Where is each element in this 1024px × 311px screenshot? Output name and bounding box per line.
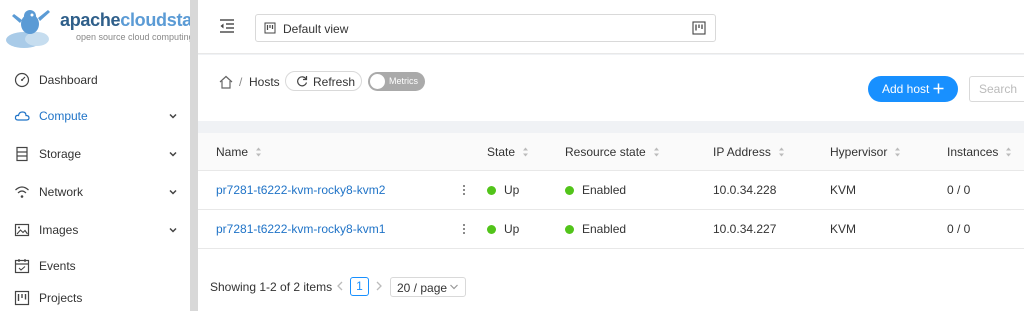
sort-icon	[256, 147, 262, 157]
sidebar-item-dashboard[interactable]: Dashboard	[0, 64, 190, 96]
sidebar-item-network[interactable]: Network	[0, 176, 190, 208]
reload-icon	[297, 76, 308, 87]
sidebar-item-projects[interactable]: Projects	[0, 282, 190, 311]
sort-icon	[895, 147, 901, 157]
chevron-down-icon	[450, 284, 458, 290]
page-toolbar: / Hosts Refresh Metrics Add host	[198, 55, 1024, 121]
column-header-ip-address[interactable]: IP Address	[713, 145, 785, 159]
pagination-total: Showing 1-2 of 2 items	[210, 280, 333, 294]
column-header-instances[interactable]: Instances	[947, 145, 1012, 159]
host-name-link[interactable]: pr7281-t6222-kvm-rocky8-kvm2	[216, 183, 385, 197]
chevron-down-icon	[169, 151, 177, 157]
host-name-link[interactable]: pr7281-t6222-kvm-rocky8-kvm1	[216, 222, 385, 236]
column-header-name[interactable]: Name	[216, 145, 262, 159]
sidebar-item-label: Events	[39, 259, 76, 273]
refresh-label: Refresh	[313, 75, 356, 89]
sidebar-item-label: Projects	[39, 291, 83, 305]
project-icon	[14, 290, 30, 306]
resource-state-cell: Enabled	[565, 183, 626, 197]
status-dot	[565, 186, 574, 195]
top-header: Default view	[198, 0, 1024, 54]
metrics-toggle[interactable]: Metrics	[368, 72, 425, 91]
ip-address-cell: 10.0.34.227	[713, 222, 777, 236]
state-cell: Up	[487, 222, 519, 236]
instances-cell: 0 / 0	[947, 222, 971, 236]
chevron-down-icon	[169, 189, 177, 195]
table-header: Name State Resource state IP Address Hyp…	[198, 133, 1024, 171]
sort-icon	[778, 147, 784, 157]
breadcrumb-current: Hosts	[249, 75, 280, 89]
view-select-label: Default view	[283, 22, 349, 36]
metrics-label: Metrics	[389, 76, 418, 86]
column-header-resource-state[interactable]: Resource state	[565, 145, 660, 159]
brand-tagline: open source cloud computing	[76, 32, 194, 42]
chevron-down-icon	[169, 227, 177, 233]
view-select[interactable]: Default view	[255, 14, 716, 42]
page-size-label: 20 / page	[397, 281, 448, 295]
logo[interactable]: apachecloudstack open source cloud compu…	[0, 0, 212, 56]
instances-cell: 0 / 0	[947, 183, 971, 197]
sidebar: apachecloudstack open source cloud compu…	[0, 0, 212, 311]
more-icon[interactable]	[461, 183, 467, 197]
hypervisor-cell: KVM	[830, 222, 857, 236]
hypervisor-cell: KVM	[830, 183, 857, 197]
cloud-icon	[14, 111, 30, 121]
sidebar-item-events[interactable]: Events	[0, 250, 190, 282]
sort-icon	[1006, 147, 1012, 157]
resource-state-cell: Enabled	[565, 222, 626, 236]
column-header-hypervisor[interactable]: Hypervisor	[830, 145, 901, 159]
schedule-icon	[14, 259, 30, 274]
refresh-button[interactable]: Refresh	[285, 71, 362, 91]
sidebar-item-storage[interactable]: Storage	[0, 138, 190, 170]
table-row[interactable]: pr7281-t6222-kvm-rocky8-kvm2 Up Enabled …	[198, 171, 1024, 210]
more-icon[interactable]	[461, 222, 467, 236]
sidebar-item-label: Dashboard	[39, 73, 98, 87]
search-input[interactable]	[969, 76, 1024, 102]
sidebar-item-label: Images	[39, 223, 79, 237]
sidebar-item-label: Compute	[39, 109, 88, 123]
sidebar-item-compute[interactable]: Compute	[0, 100, 190, 132]
logo-mascot-icon	[6, 10, 50, 48]
project-icon	[692, 21, 706, 35]
sort-icon	[523, 147, 529, 157]
project-icon	[264, 22, 276, 34]
page-number-current[interactable]: 1	[350, 277, 369, 296]
column-header-state[interactable]: State	[487, 145, 529, 159]
plus-icon	[933, 83, 944, 94]
sidebar-scrollbar[interactable]	[190, 0, 198, 311]
ip-address-cell: 10.0.34.228	[713, 183, 777, 197]
state-cell: Up	[487, 183, 519, 197]
status-dot	[565, 225, 574, 234]
add-host-button[interactable]: Add host	[868, 76, 958, 102]
home-icon[interactable]	[218, 74, 234, 90]
database-icon	[16, 146, 28, 162]
status-dot	[487, 225, 496, 234]
brand-name: apachecloudstack	[60, 10, 212, 30]
dashboard-icon	[14, 72, 30, 88]
sidebar-item-images[interactable]: Images	[0, 214, 190, 246]
sidebar-item-label: Network	[39, 185, 84, 199]
chevron-left-icon[interactable]	[336, 281, 344, 291]
breadcrumb-separator: /	[239, 75, 243, 89]
status-dot	[487, 186, 496, 195]
menu-fold-icon[interactable]	[218, 17, 236, 35]
picture-icon	[14, 223, 30, 237]
table-row[interactable]: pr7281-t6222-kvm-rocky8-kvm1 Up Enabled …	[198, 210, 1024, 249]
toggle-knob	[370, 74, 385, 89]
pagination: Showing 1-2 of 2 items 1 20 / page	[198, 270, 1024, 304]
chevron-right-icon[interactable]	[375, 281, 383, 291]
sort-icon	[653, 147, 659, 157]
wifi-icon	[15, 186, 29, 198]
page-size-select[interactable]: 20 / page	[390, 277, 466, 297]
chevron-down-icon	[169, 113, 177, 119]
sidebar-item-label: Storage	[39, 147, 82, 161]
add-host-label: Add host	[882, 82, 930, 96]
